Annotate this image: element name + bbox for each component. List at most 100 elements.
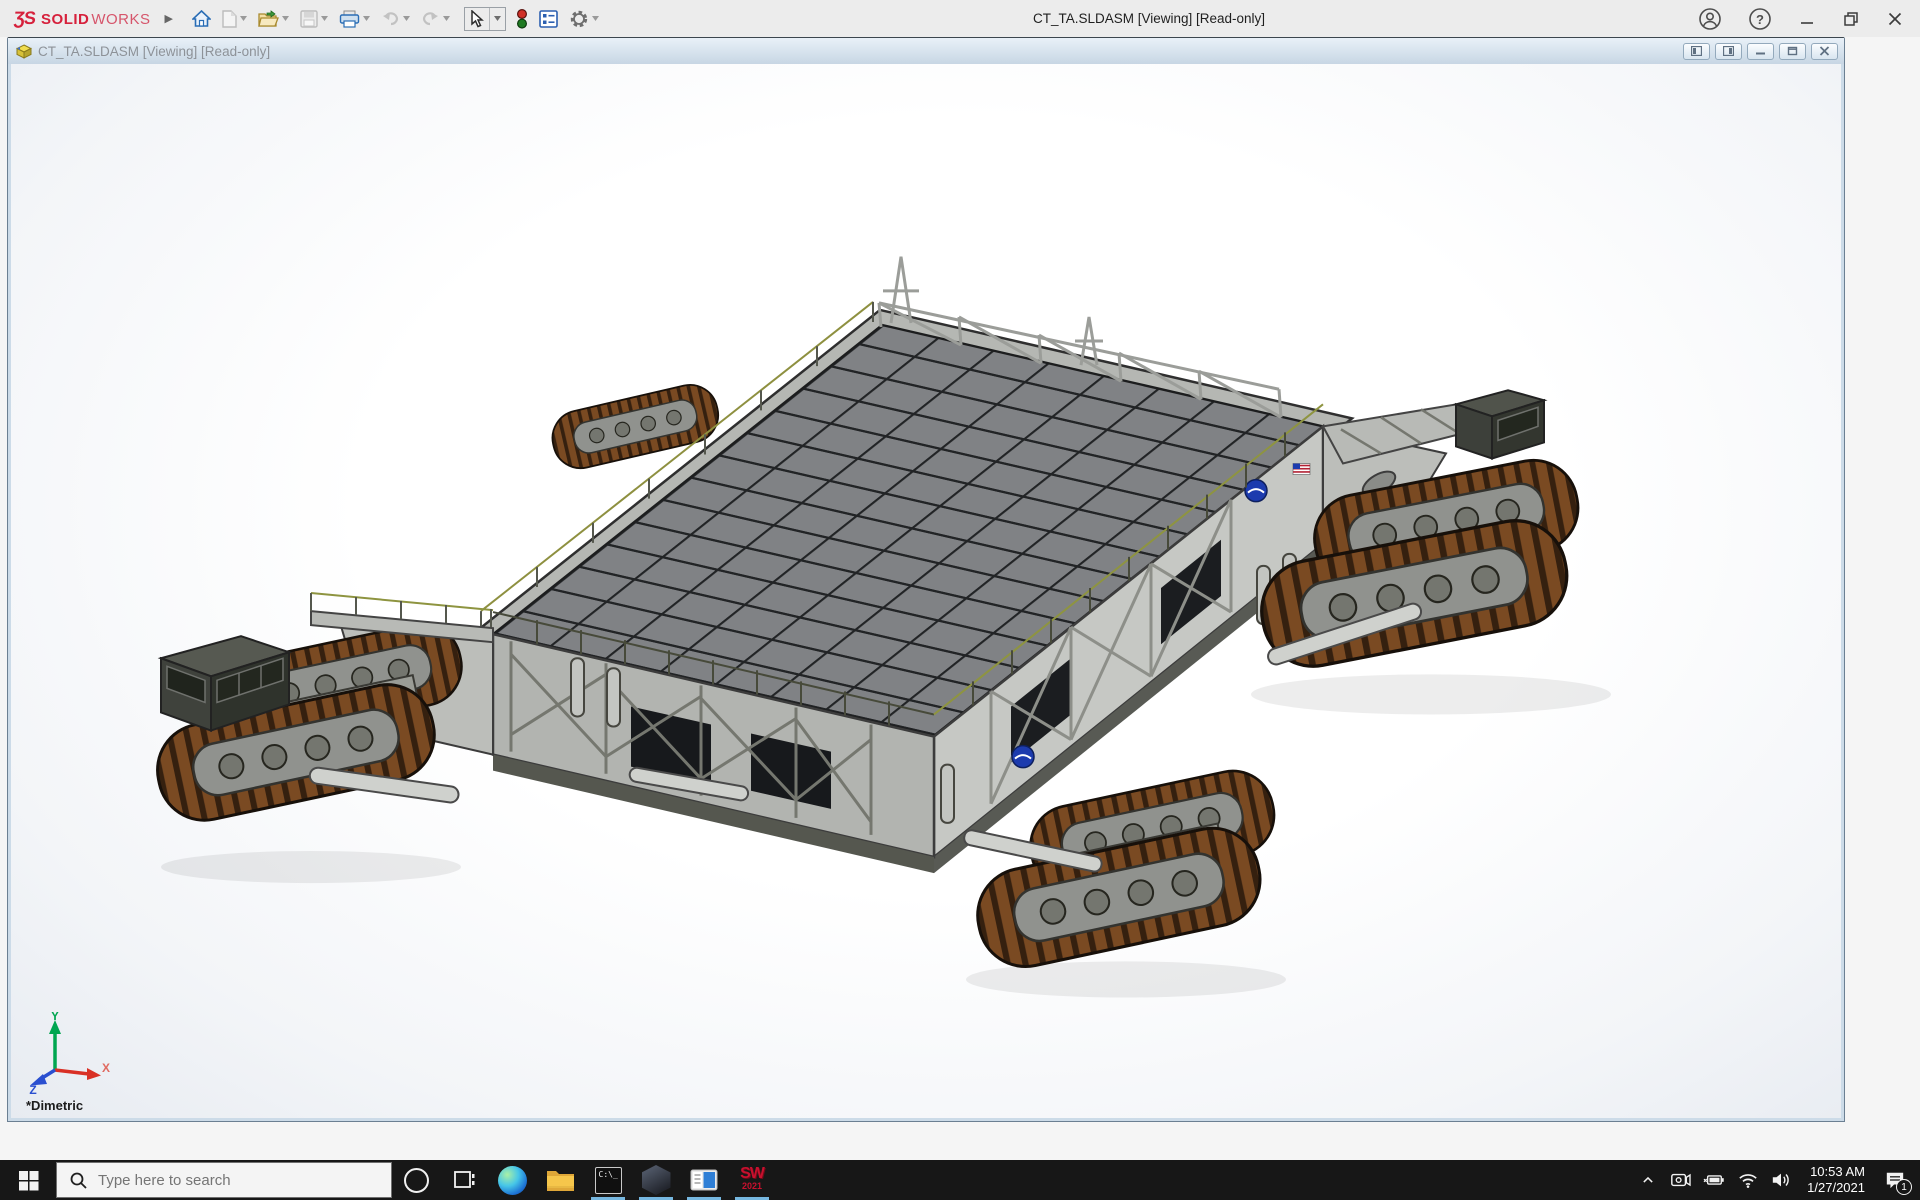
solidworks-icon: SW 2021 — [740, 1168, 764, 1192]
undo-icon — [381, 11, 400, 27]
solidworks-taskbar-button[interactable]: SW 2021 — [728, 1160, 776, 1200]
menu-flyout-arrow-icon[interactable]: ▶ — [165, 12, 173, 25]
select-dropdown-button[interactable] — [489, 8, 505, 30]
doc-minimize-button[interactable] — [1747, 43, 1774, 60]
dropdown-icon[interactable] — [592, 16, 599, 21]
solidworks-icon-year: 2021 — [740, 1180, 764, 1192]
file-explorer-icon — [546, 1168, 575, 1193]
undo-button[interactable] — [380, 9, 411, 29]
doc-close-button[interactable] — [1811, 43, 1838, 60]
wifi-icon[interactable] — [1737, 1170, 1759, 1190]
close-icon[interactable] — [1886, 10, 1904, 28]
pane-left-button[interactable] — [1683, 43, 1710, 60]
triad-x-label: X — [102, 1061, 110, 1075]
restore-icon[interactable] — [1842, 10, 1860, 28]
notification-badge: 1 — [1896, 1179, 1912, 1195]
task-list-icon — [539, 10, 558, 28]
quick-access-toolbar — [191, 7, 600, 31]
chevron-up-icon[interactable] — [1638, 1170, 1658, 1190]
meet-now-icon[interactable] — [1669, 1170, 1691, 1190]
dropdown-icon[interactable] — [403, 16, 410, 21]
search-icon — [69, 1171, 88, 1190]
brand-works: WORKS — [91, 11, 150, 28]
save-button[interactable] — [299, 8, 329, 30]
open-button[interactable] — [257, 8, 290, 30]
select-cursor-icon — [469, 10, 485, 28]
dropdown-icon[interactable] — [282, 16, 289, 21]
pane-right-button[interactable] — [1715, 43, 1742, 60]
view-orientation-label: *Dimetric — [26, 1098, 83, 1113]
action-center-button[interactable]: 1 — [1880, 1165, 1910, 1195]
hexagon-app-button[interactable] — [632, 1160, 680, 1200]
triad-y-label: Y — [51, 1012, 59, 1023]
edge-button[interactable] — [488, 1160, 536, 1200]
doc-restore-icon — [1787, 46, 1798, 56]
task-view-icon — [451, 1167, 477, 1193]
clock-date: 1/27/2021 — [1807, 1180, 1865, 1196]
redo-icon — [421, 11, 440, 27]
task-list-button[interactable] — [538, 8, 559, 30]
start-icon — [18, 1170, 39, 1191]
edge-icon — [498, 1166, 527, 1195]
taskbar-clock[interactable]: 10:53 AM 1/27/2021 — [1807, 1164, 1865, 1196]
graphics-viewport[interactable]: Y X Z *Dimetric — [11, 64, 1841, 1118]
crawler-transporter-model — [11, 64, 1841, 1118]
options-button[interactable] — [568, 7, 600, 31]
help-icon[interactable]: ? — [1748, 7, 1772, 31]
command-prompt-button[interactable]: C:\_ — [584, 1160, 632, 1200]
save-icon — [300, 10, 318, 28]
hexagon-app-icon — [642, 1165, 671, 1195]
doc-close-icon — [1819, 46, 1830, 56]
new-document-icon — [222, 10, 237, 28]
dropdown-icon[interactable] — [240, 16, 247, 21]
solidworks-app: ƷS SOLID WORKS ▶ — [0, 0, 1920, 1200]
search-input[interactable] — [98, 1172, 338, 1189]
print-button[interactable] — [338, 8, 371, 30]
pane-left-icon — [1691, 46, 1702, 56]
rebuild-traffic-light-icon — [516, 9, 528, 29]
triad-z-label: Z — [29, 1083, 36, 1094]
brand-mark: ƷS — [13, 8, 36, 29]
minimize-icon[interactable] — [1798, 10, 1816, 28]
account-icon[interactable] — [1698, 7, 1722, 31]
new-document-button[interactable] — [221, 8, 248, 30]
assembly-icon — [16, 44, 32, 59]
app-client-area: CT_TA.SLDASM [Viewing] [Read-only] — [0, 37, 1920, 1160]
system-tray: 10:53 AM 1/27/2021 1 — [1638, 1160, 1920, 1200]
select-tool — [464, 7, 506, 31]
document-window-buttons — [1683, 43, 1838, 60]
dropdown-icon[interactable] — [443, 16, 450, 21]
app-titlebar: ƷS SOLID WORKS ▶ — [0, 0, 1920, 37]
document-window: CT_TA.SLDASM [Viewing] [Read-only] — [7, 37, 1845, 1122]
start-button[interactable] — [0, 1160, 56, 1200]
dropdown-icon[interactable] — [321, 16, 328, 21]
cortana-button[interactable] — [392, 1160, 440, 1200]
document-title: CT_TA.SLDASM [Viewing] [Read-only] — [38, 44, 1683, 59]
command-prompt-icon: C:\_ — [595, 1167, 622, 1194]
open-icon — [258, 10, 279, 28]
cortana-icon — [404, 1168, 429, 1193]
battery-icon[interactable] — [1702, 1170, 1726, 1190]
redo-button[interactable] — [420, 9, 451, 29]
rebuild-button[interactable] — [515, 7, 529, 31]
pane-right-icon — [1723, 46, 1734, 56]
dropdown-icon[interactable] — [363, 16, 370, 21]
windows-taskbar: C:\_ SW 2021 — [0, 1160, 1920, 1200]
document-titlebar[interactable]: CT_TA.SLDASM [Viewing] [Read-only] — [8, 38, 1844, 64]
select-cursor-button[interactable] — [465, 8, 489, 30]
taskbar-search[interactable] — [56, 1162, 392, 1198]
print-icon — [339, 10, 360, 28]
home-button[interactable] — [191, 8, 212, 30]
doc-restore-button[interactable] — [1779, 43, 1806, 60]
app-title: CT_TA.SLDASM [Viewing] [Read-only] — [600, 11, 1698, 26]
home-icon — [192, 10, 211, 28]
solidworks-logo: ƷS SOLID WORKS — [14, 8, 151, 29]
task-view-button[interactable] — [440, 1160, 488, 1200]
display-app-button[interactable] — [680, 1160, 728, 1200]
volume-icon[interactable] — [1770, 1170, 1792, 1190]
options-gear-icon — [569, 9, 589, 29]
file-explorer-button[interactable] — [536, 1160, 584, 1200]
clock-time: 10:53 AM — [1807, 1164, 1865, 1180]
orientation-triad: Y X Z — [25, 1012, 111, 1094]
titlebar-controls: ? — [1698, 7, 1904, 31]
